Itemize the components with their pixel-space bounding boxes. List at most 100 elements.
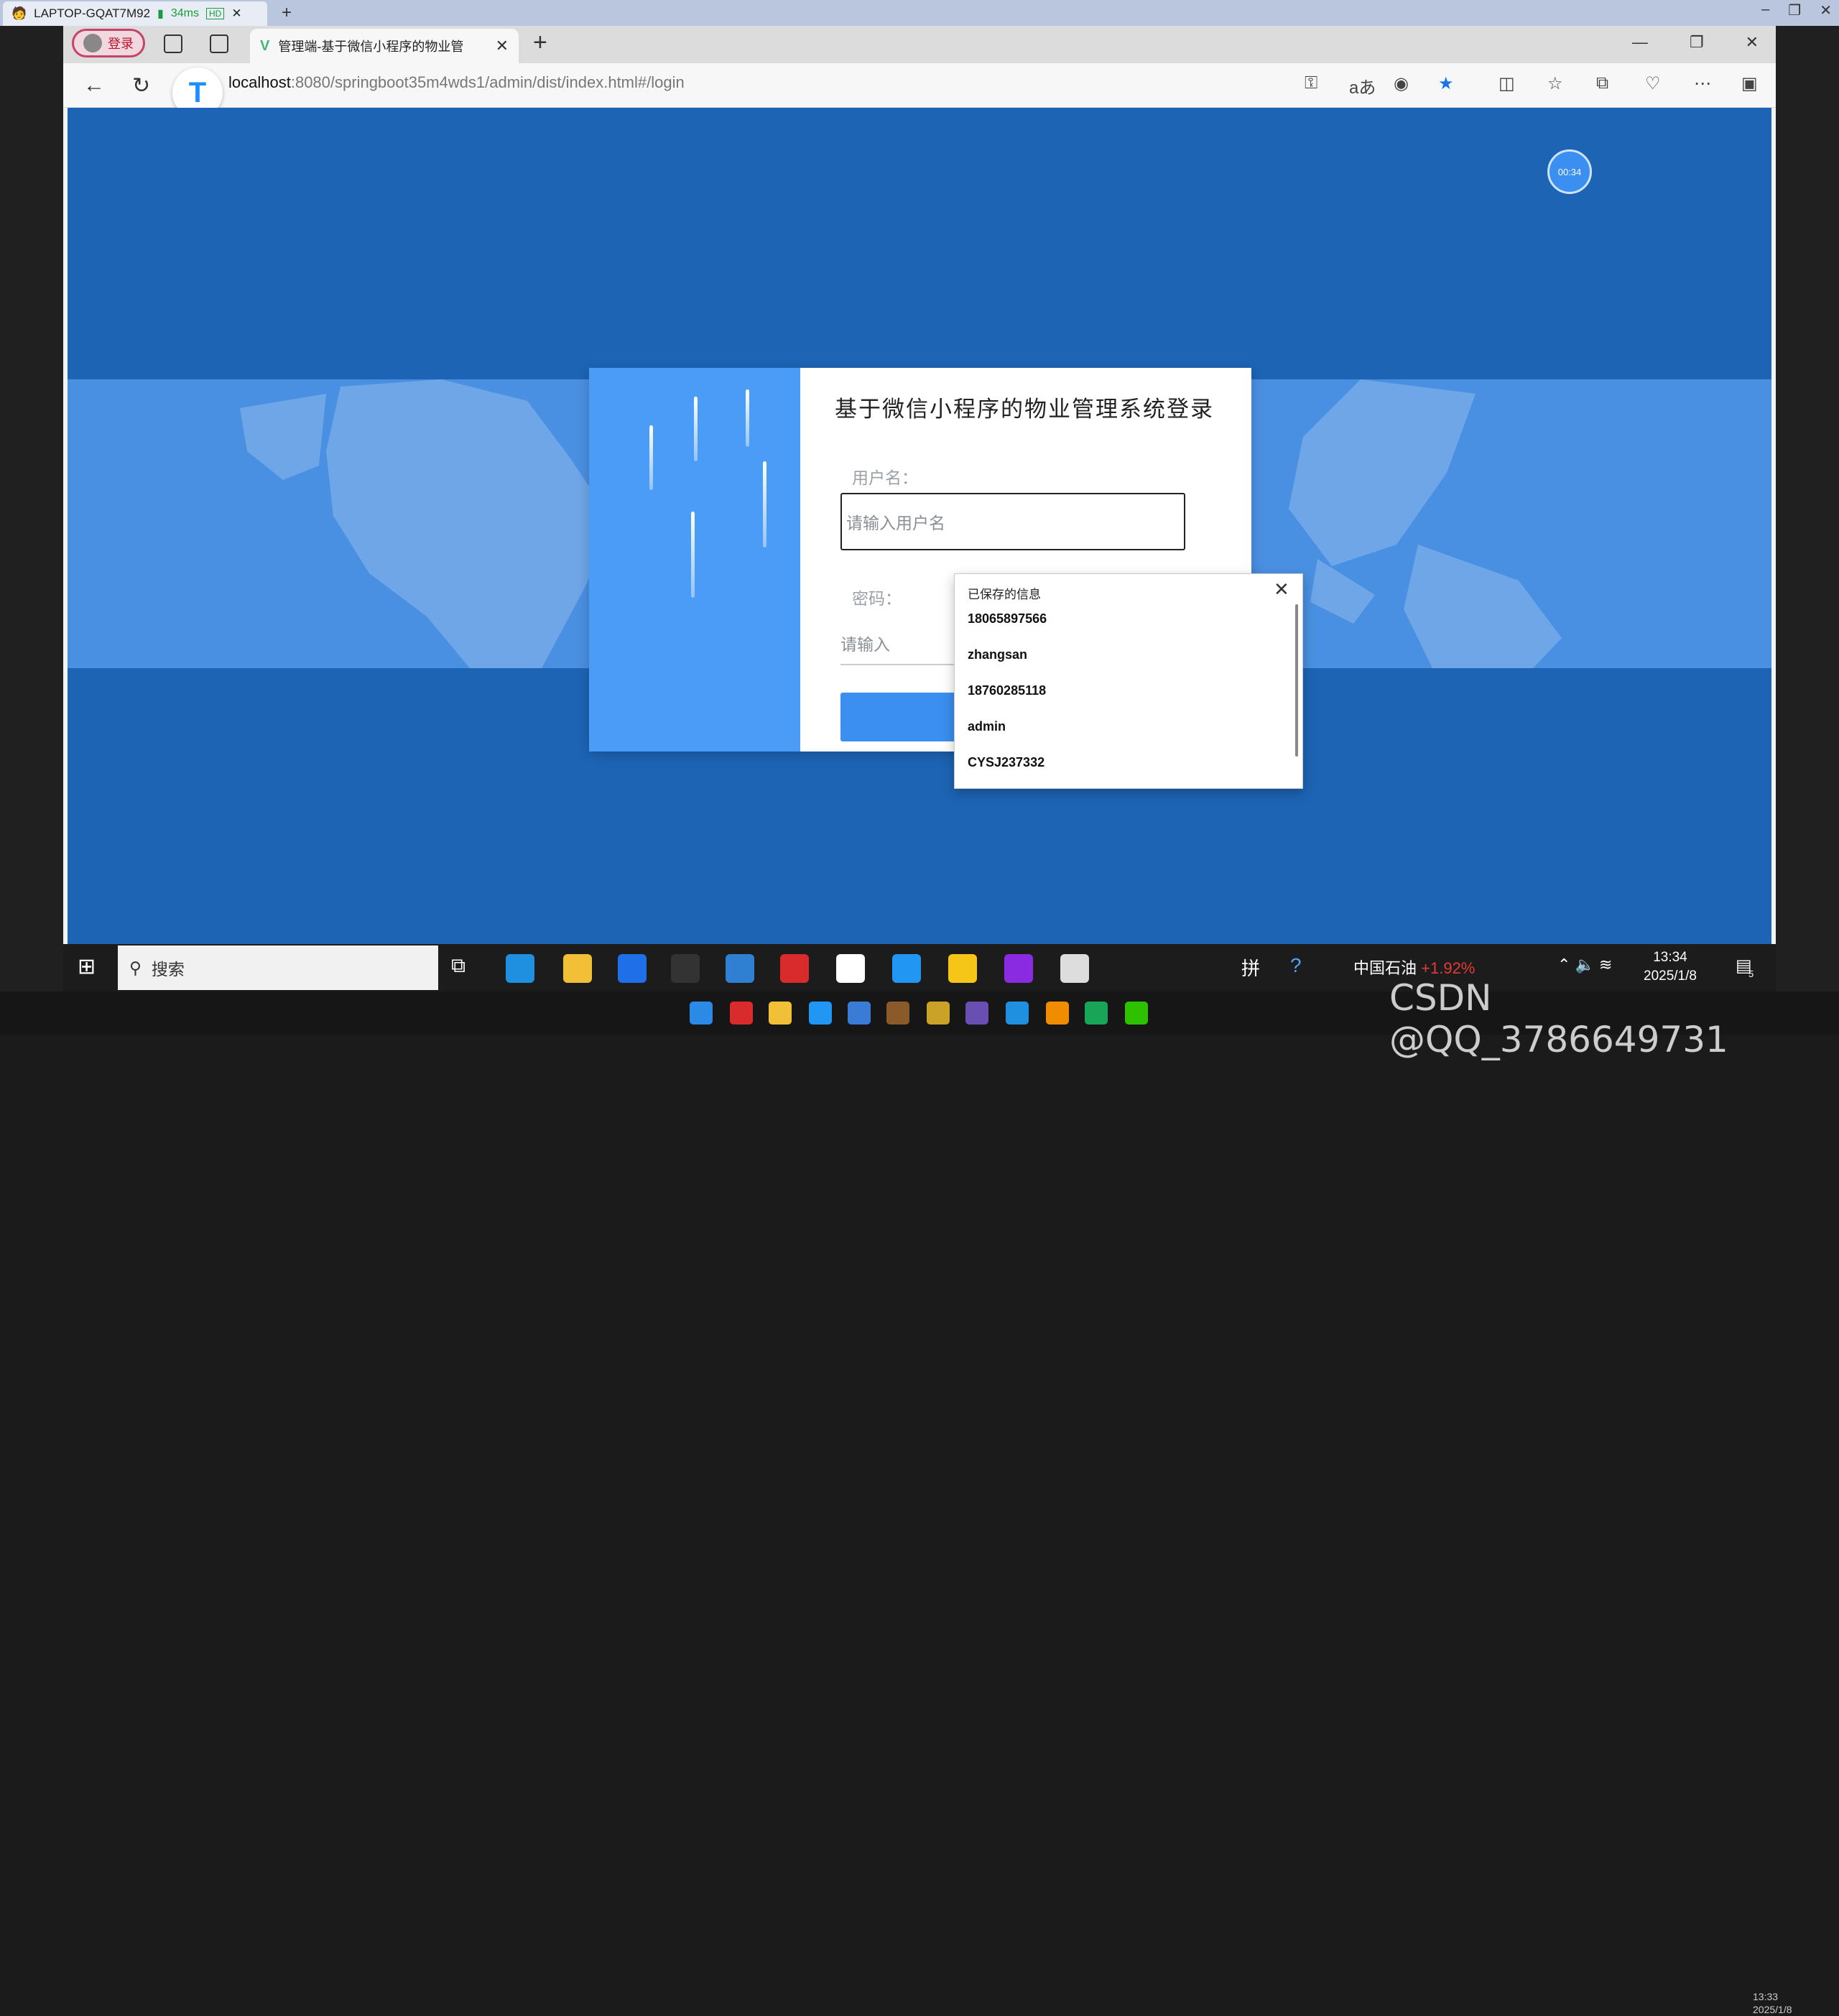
app-icon[interactable] [618, 954, 647, 983]
url-host: localhost [228, 73, 291, 91]
quality-badge: HD [205, 8, 225, 19]
browser-window: 登录 V 管理端-基于微信小程序的物业管 ✕ + — ❐ ✕ ← ↻ T loc… [63, 26, 1776, 944]
qq-icon[interactable] [836, 954, 865, 983]
host-clock-date: 2025/1/8 [1753, 2004, 1792, 2015]
close-icon[interactable]: ✕ [1274, 578, 1289, 601]
autofill-header: 已保存的信息 [968, 588, 1041, 601]
favorites-icon[interactable]: ☆ [1547, 73, 1563, 94]
split-screen-icon[interactable]: ◫ [1498, 73, 1515, 94]
help-icon[interactable]: ? [1290, 954, 1302, 977]
app-icon[interactable] [886, 1002, 909, 1025]
close-icon[interactable]: ✕ [231, 6, 241, 21]
wps-icon[interactable] [730, 1002, 753, 1025]
input-method-icon[interactable]: 拼 [1241, 954, 1260, 981]
search-icon: ⚲ [129, 958, 142, 977]
taskbar-search[interactable]: ⚲ 搜索 [118, 945, 438, 990]
close-icon[interactable]: ✕ [1746, 33, 1759, 52]
avatar-icon [83, 34, 102, 52]
autofill-item[interactable]: 18065897566 [968, 611, 1047, 626]
restore-icon[interactable]: ❐ [1788, 1, 1801, 19]
app-icon[interactable] [1085, 1002, 1108, 1025]
profile-button[interactable]: 登录 [72, 29, 145, 57]
url-field[interactable]: localhost:8080/springboot35m4wds1/admin/… [228, 73, 685, 92]
search-label: 搜索 [151, 960, 185, 979]
remote-avatar-icon: 🧑 [11, 6, 27, 20]
password-placeholder: 请输入 [840, 635, 890, 654]
app-icon[interactable] [809, 1002, 832, 1025]
remote-host-label: LAPTOP-GQAT7M92 [34, 6, 151, 20]
wechat-icon[interactable] [1125, 1002, 1148, 1025]
scrollbar[interactable] [1295, 604, 1298, 757]
edge-app-icon[interactable] [506, 954, 534, 983]
close-tab-icon[interactable]: ✕ [496, 37, 509, 55]
new-tab-icon[interactable]: + [533, 29, 547, 57]
tab-actions-icon[interactable] [210, 34, 228, 53]
collections-icon[interactable]: ⧉ [1596, 73, 1608, 93]
app-icon[interactable] [892, 954, 921, 983]
remote-session-tab[interactable]: 🧑 LAPTOP-GQAT7M92 ▮ 34ms HD ✕ [3, 1, 267, 26]
stock-widget[interactable]: 中国石油 +1.92% [1353, 956, 1475, 979]
tab-title: 管理端-基于微信小程序的物业管 [278, 40, 464, 54]
autofill-item[interactable]: admin [968, 719, 1006, 734]
restore-icon[interactable]: ❐ [1690, 33, 1704, 52]
timer-badge: 00:34 [1547, 149, 1592, 194]
card-decoration-panel [589, 368, 800, 752]
workspaces-icon[interactable] [164, 34, 182, 53]
page-background: 00:34 基于微信小程序的物业管理系统登录 用户名： 请输入用户名 密码： 请… [68, 108, 1771, 944]
username-label: 用户名： [852, 468, 918, 487]
address-bar: ← ↻ T localhost:8080/springboot35m4wds1/… [63, 63, 1776, 118]
translate-icon[interactable]: aあ [1349, 73, 1376, 98]
key-icon[interactable]: ⚿ [1305, 73, 1317, 93]
signal-icon: ▮ [157, 8, 164, 20]
stock-name: 中国石油 [1353, 959, 1417, 977]
windows-start-icon[interactable] [690, 1002, 713, 1025]
rain-streak [694, 397, 698, 461]
app-icon[interactable] [948, 954, 977, 983]
username-placeholder: 请输入用户名 [846, 514, 945, 532]
browser-window-controls: — ❐ ✕ [1632, 33, 1759, 52]
refresh-icon[interactable]: ↻ [132, 73, 150, 98]
edge-icon[interactable]: ◉ [1394, 73, 1409, 94]
search-app-icon[interactable] [1046, 1002, 1069, 1025]
more-icon[interactable]: ⋯ [1694, 73, 1711, 94]
autofill-item[interactable]: 18760285118 [968, 683, 1046, 698]
remote-window-controls: – ❐ ✕ [1761, 1, 1832, 19]
file-explorer-icon[interactable] [563, 954, 592, 983]
windows-start-icon[interactable]: ⊞ [78, 954, 96, 979]
login-title: 基于微信小程序的物业管理系统登录 [835, 397, 1214, 422]
browser-essentials-icon[interactable]: ♡ [1645, 73, 1661, 94]
clock-time: 13:34 [1653, 950, 1687, 965]
rain-streak [763, 461, 766, 547]
chat-icon[interactable] [1060, 954, 1089, 983]
stock-change: +1.92% [1421, 959, 1476, 977]
close-icon[interactable]: ✕ [1820, 1, 1832, 19]
sidebar-icon[interactable]: ▣ [1741, 73, 1758, 94]
intellij-icon[interactable] [1004, 954, 1033, 983]
app-icon[interactable] [726, 954, 754, 983]
minimize-icon[interactable]: – [1761, 1, 1769, 19]
app-icon[interactable] [848, 1002, 871, 1025]
tab-active[interactable]: V 管理端-基于微信小程序的物业管 ✕ [250, 29, 519, 63]
edge-app-icon[interactable] [1006, 1002, 1029, 1025]
autofill-item[interactable]: zhangsan [968, 647, 1027, 662]
minimize-icon[interactable]: — [1632, 33, 1648, 52]
vue-logo-icon: V [260, 37, 270, 54]
password-label: 密码： [852, 589, 902, 608]
autofill-item[interactable]: CYSJ237332 [968, 755, 1044, 770]
host-clock-time: 13:33 [1753, 1991, 1779, 2002]
task-view-icon[interactable]: ⧉ [451, 954, 465, 978]
username-input[interactable]: 请输入用户名 [840, 493, 1185, 550]
wps-icon[interactable] [780, 954, 809, 983]
host-clock[interactable]: 13:33 2025/1/8 [1753, 1990, 1792, 2016]
favorite-star-icon[interactable]: ★ [1438, 73, 1454, 94]
file-explorer-icon[interactable] [769, 1002, 792, 1025]
app-icon[interactable] [927, 1002, 950, 1025]
tray-icons[interactable]: ⌃ 🔈 ≋ [1557, 956, 1612, 974]
app-icon[interactable] [965, 1002, 988, 1025]
app-icon[interactable] [671, 954, 700, 983]
watermark-text: CSDN @QQ_3786649731 [1389, 977, 1728, 1060]
back-icon[interactable]: ← [83, 73, 105, 98]
tab-bar: 登录 V 管理端-基于微信小程序的物业管 ✕ + — ❐ ✕ [63, 26, 1776, 63]
rain-streak [746, 389, 749, 447]
add-session-icon[interactable]: + [282, 3, 292, 23]
